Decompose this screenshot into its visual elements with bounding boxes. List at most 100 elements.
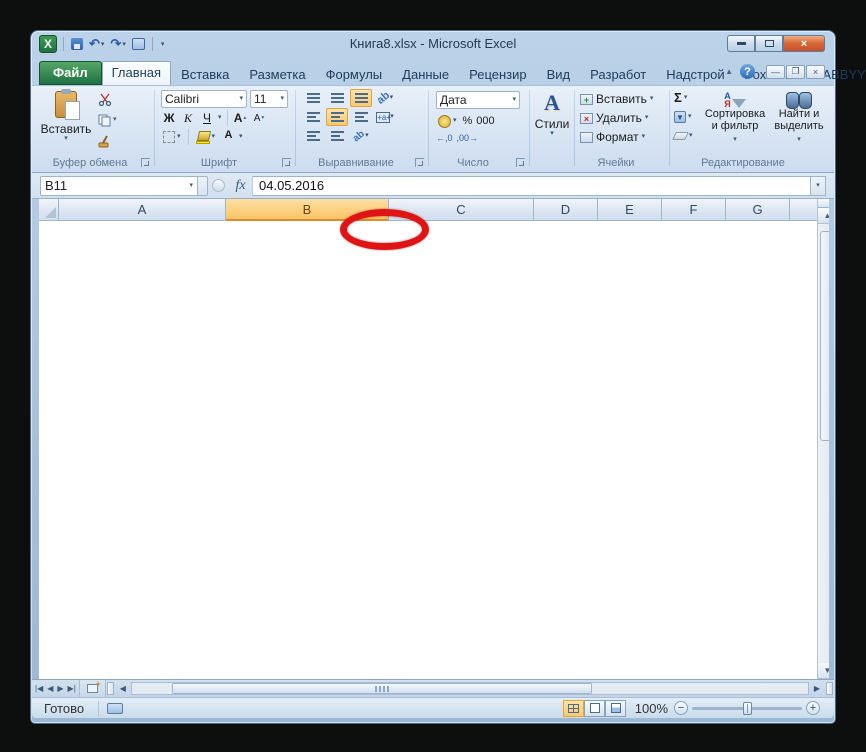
workbook-minimize-button[interactable]: — [766, 64, 785, 79]
hscroll-left-button[interactable]: ◀ [115, 680, 131, 697]
format-cells-button[interactable]: Формат ▾ [580, 129, 667, 145]
horizontal-scrollbar[interactable] [130, 682, 809, 695]
column-header-A[interactable]: A [59, 199, 226, 221]
column-header-F[interactable]: F [662, 199, 726, 221]
tab-split-handle-right[interactable] [826, 682, 833, 695]
autosum-button[interactable]: Σ ▾ [674, 89, 693, 106]
select-all-corner[interactable] [39, 199, 59, 221]
next-sheet-button[interactable]: ▶ [57, 684, 63, 693]
increase-decimal-button[interactable]: ←,0 [436, 133, 453, 143]
decrease-decimal-button[interactable]: ,00→ [457, 133, 479, 143]
grow-font-button[interactable]: А [233, 110, 249, 126]
vertical-scrollbar[interactable]: ▲ ▼ [817, 199, 829, 679]
scroll-up-button[interactable]: ▲ [818, 208, 829, 224]
increase-indent-button[interactable] [326, 127, 348, 145]
hscroll-right-button[interactable]: ▶ [809, 680, 825, 697]
orientation-button[interactable]: ab ▾ [374, 89, 396, 107]
normal-view-button[interactable] [563, 699, 584, 717]
ribbon-tab-Рецензир[interactable]: Рецензир [459, 63, 537, 85]
cut-button[interactable] [96, 90, 119, 108]
paste-button[interactable]: Вставить ▾ [41, 88, 91, 152]
zoom-slider-thumb[interactable] [742, 701, 752, 715]
insert-worksheet-tab[interactable] [79, 679, 106, 697]
minimize-ribbon-icon[interactable]: ▲ [725, 67, 733, 76]
page-break-view-button[interactable] [605, 699, 626, 717]
prev-sheet-button[interactable]: ◀ [47, 684, 53, 693]
align-center-button[interactable] [326, 108, 348, 126]
scroll-down-button[interactable]: ▼ [818, 663, 829, 679]
insert-cells-button[interactable]: + Вставить ▾ [580, 91, 667, 107]
zoom-in-button[interactable]: + [806, 701, 820, 715]
zoom-level[interactable]: 100% [632, 701, 668, 716]
copy-button[interactable]: ▾ [96, 111, 119, 129]
merge-center-button[interactable]: +a+ ▾ [374, 108, 396, 126]
column-header-B[interactable]: B [226, 199, 389, 221]
sort-filter-button[interactable]: АЯ Сортировка и фильтр ▾ [704, 88, 766, 152]
close-button[interactable]: × [783, 35, 825, 52]
delete-cells-button[interactable]: × Удалить ▾ [580, 110, 667, 126]
find-select-button[interactable]: Найти и выделить ▾ [768, 88, 830, 152]
workbook-close-button[interactable]: × [806, 64, 825, 79]
number-format-select[interactable]: Дата ▾ [436, 91, 520, 109]
clear-button[interactable]: ▾ [672, 127, 693, 144]
font-dialog-launcher[interactable] [282, 158, 291, 167]
expand-formula-bar-button[interactable]: ▾ [811, 175, 826, 196]
column-header-C[interactable]: C [389, 199, 534, 221]
underline-caret[interactable]: ▾ [218, 114, 222, 121]
accounting-format-button[interactable]: ▾ [436, 112, 459, 130]
zoom-out-button[interactable]: − [674, 701, 688, 715]
name-box[interactable]: B11 ▾ [40, 175, 198, 196]
bold-button[interactable]: Ж [161, 110, 177, 126]
ribbon-tab-Разработ[interactable]: Разработ [580, 63, 656, 85]
formula-input[interactable]: 04.05.2016 [253, 175, 811, 196]
underline-button[interactable]: Ч [199, 110, 215, 126]
number-dialog-launcher[interactable] [516, 158, 525, 167]
borders-button[interactable]: ▾ [161, 128, 183, 146]
restore-button[interactable] [755, 35, 783, 52]
macro-record-icon[interactable] [107, 702, 124, 714]
ribbon-tab-Главная[interactable]: Главная [101, 61, 172, 85]
name-box-resizer[interactable] [198, 175, 208, 196]
ribbon-tab-Вставка[interactable]: Вставка [171, 63, 239, 85]
font-color-button[interactable]: А ▾ [220, 128, 245, 146]
ribbon-tab-Данные[interactable]: Данные [392, 63, 459, 85]
last-sheet-button[interactable]: ▶| [68, 684, 76, 693]
tab-split-handle[interactable] [106, 682, 114, 695]
page-layout-view-button[interactable] [584, 699, 605, 717]
font-family-select[interactable]: Calibri ▾ [161, 90, 247, 108]
column-header-E[interactable]: E [598, 199, 662, 221]
first-sheet-button[interactable]: |◀ [35, 684, 43, 693]
column-header-partial[interactable] [790, 199, 817, 221]
column-header-D[interactable]: D [534, 199, 598, 221]
alignment-dialog-launcher[interactable] [415, 158, 424, 167]
wrap-text-button[interactable]: ab ▾ [350, 127, 372, 145]
align-left-button[interactable] [302, 108, 324, 126]
fill-button[interactable]: ▼ ▾ [674, 108, 693, 125]
decrease-indent-button[interactable] [302, 127, 324, 145]
vertical-scroll-thumb[interactable] [820, 231, 829, 441]
italic-button[interactable]: К [180, 110, 196, 126]
font-size-select[interactable]: 11 ▾ [250, 90, 288, 108]
column-header-G[interactable]: G [726, 199, 790, 221]
workbook-restore-button[interactable]: ❐ [786, 64, 805, 79]
align-top-button[interactable] [302, 89, 324, 107]
styles-button[interactable]: А Стили ▾ [534, 88, 570, 152]
align-bottom-button[interactable] [350, 89, 372, 107]
split-handle[interactable] [818, 199, 829, 208]
ribbon-tab-Формулы[interactable]: Формулы [316, 63, 393, 85]
ribbon-tab-Разметка[interactable]: Разметка [239, 63, 315, 85]
shrink-font-button[interactable]: А [252, 110, 268, 126]
fill-color-button[interactable]: ▾ [194, 128, 218, 146]
align-right-button[interactable] [350, 108, 372, 126]
insert-function-button[interactable]: fx [229, 175, 253, 196]
ribbon-tab-Вид[interactable]: Вид [537, 63, 581, 85]
ribbon-tab-Файл[interactable]: Файл [39, 61, 102, 85]
help-icon[interactable]: ? [740, 64, 755, 79]
ribbon-tab-Надстрой[interactable]: Надстрой [656, 63, 734, 85]
minimize-button[interactable] [727, 35, 755, 52]
horizontal-scroll-thumb[interactable] [172, 683, 592, 694]
format-painter-button[interactable] [96, 132, 119, 150]
comma-style-button[interactable]: 000 [476, 115, 494, 127]
clipboard-dialog-launcher[interactable] [141, 158, 150, 167]
align-middle-button[interactable] [326, 89, 348, 107]
